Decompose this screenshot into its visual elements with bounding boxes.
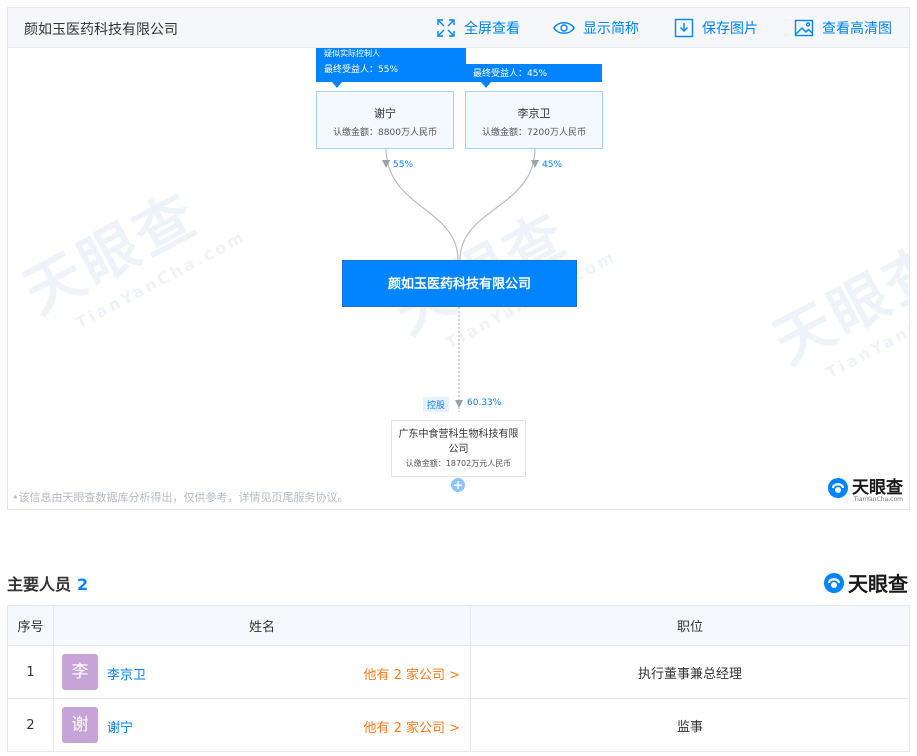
- name-cell: 李 李京卫 他有 2 家公司 >: [53, 645, 471, 699]
- hd-image-button[interactable]: 查看高清图: [794, 18, 892, 38]
- table-row: 2 谢 谢宁 他有 2 家公司 > 监事: [7, 698, 910, 752]
- tianyancha-logo-icon: [824, 572, 844, 593]
- shareholder-name: 谢宁: [374, 107, 396, 120]
- beneficiary-tag: 最终受益人：45%: [465, 64, 602, 88]
- share-percentage: 45%: [542, 160, 563, 170]
- person-name-link[interactable]: 李京卫: [107, 664, 146, 683]
- panel-title: 颜如玉医药科技有限公司: [24, 22, 178, 38]
- brand-logo: 天眼查 TianYanCha.com: [827, 473, 903, 503]
- personnel-count: 2: [77, 575, 89, 594]
- brand-logo: 天眼查: [823, 568, 908, 597]
- shareholder-node[interactable]: 谢宁 认缴金额：8800万人民币: [316, 91, 454, 149]
- image-icon: [794, 19, 814, 37]
- fullscreen-icon: [437, 19, 455, 37]
- save-image-button[interactable]: 保存图片: [674, 18, 758, 38]
- other-companies-link[interactable]: 他有 2 家公司 >: [363, 717, 460, 736]
- subsidiary-node[interactable]: 广东中食营科生物科技有限公司 认缴金额：18702万元人民币: [391, 420, 526, 477]
- other-companies-link[interactable]: 他有 2 家公司 >: [363, 664, 460, 683]
- control-tag: 控股: [423, 397, 450, 412]
- company-node[interactable]: 颜如玉医药科技有限公司: [342, 260, 577, 307]
- share-percentage: 55%: [393, 160, 414, 170]
- row-index: 2: [7, 698, 54, 752]
- person-name-link[interactable]: 谢宁: [107, 717, 133, 736]
- col-header-name: 姓名: [53, 605, 471, 646]
- position-cell: 执行董事兼总经理: [470, 645, 910, 699]
- download-icon: [674, 18, 694, 38]
- shareholder-node[interactable]: 李京卫 认缴金额：7200万人民币: [465, 91, 603, 149]
- eye-icon: [553, 22, 575, 34]
- tianyancha-logo-icon: [828, 478, 848, 498]
- subsidiary-percentage: 60.33%: [467, 398, 502, 408]
- equity-chart-panel: 天眼查 TianYanCha.com 天眼查 TianYanCha.com 天眼…: [7, 7, 910, 510]
- avatar[interactable]: 李: [62, 654, 98, 690]
- personnel-section-title: 主要人员 2: [7, 575, 89, 594]
- row-index: 1: [7, 645, 54, 699]
- show-shortname-button[interactable]: 显示简称: [553, 18, 639, 38]
- col-header-index: 序号: [7, 605, 54, 646]
- personnel-table: 序号 姓名 职位 1 李 李京卫 他有 2 家公司 > 执行董事兼总经理 2 谢…: [7, 605, 910, 752]
- subsidiary-amount: 认缴金额：18702万元人民币: [405, 459, 512, 468]
- subsidiary-name: 广东中食营科生物科技有限公司: [398, 429, 519, 455]
- expand-plus-icon[interactable]: +: [451, 478, 465, 492]
- col-header-position: 职位: [470, 605, 910, 646]
- avatar[interactable]: 谢: [62, 707, 98, 743]
- disclaimer-note: •该信息由天眼查数据库分析得出，仅供参考，详情见页尾服务协议。: [12, 491, 349, 504]
- position-cell: 监事: [470, 698, 910, 752]
- table-row: 1 李 李京卫 他有 2 家公司 > 执行董事兼总经理: [7, 645, 910, 699]
- shareholder-amount: 认缴金额：7200万人民币: [482, 128, 586, 138]
- fullscreen-button[interactable]: 全屏查看: [436, 18, 520, 38]
- panel-header: 颜如玉医药科技有限公司 全屏查看 显示简称 保存图片 查看高清图: [8, 8, 909, 48]
- shareholder-amount: 认缴金额：8800万人民币: [333, 128, 437, 138]
- name-cell: 谢 谢宁 他有 2 家公司 >: [53, 698, 471, 752]
- beneficiary-tag: 疑似实际控制人 最终受益人：55%: [316, 48, 466, 88]
- shareholder-name: 李京卫: [517, 107, 551, 120]
